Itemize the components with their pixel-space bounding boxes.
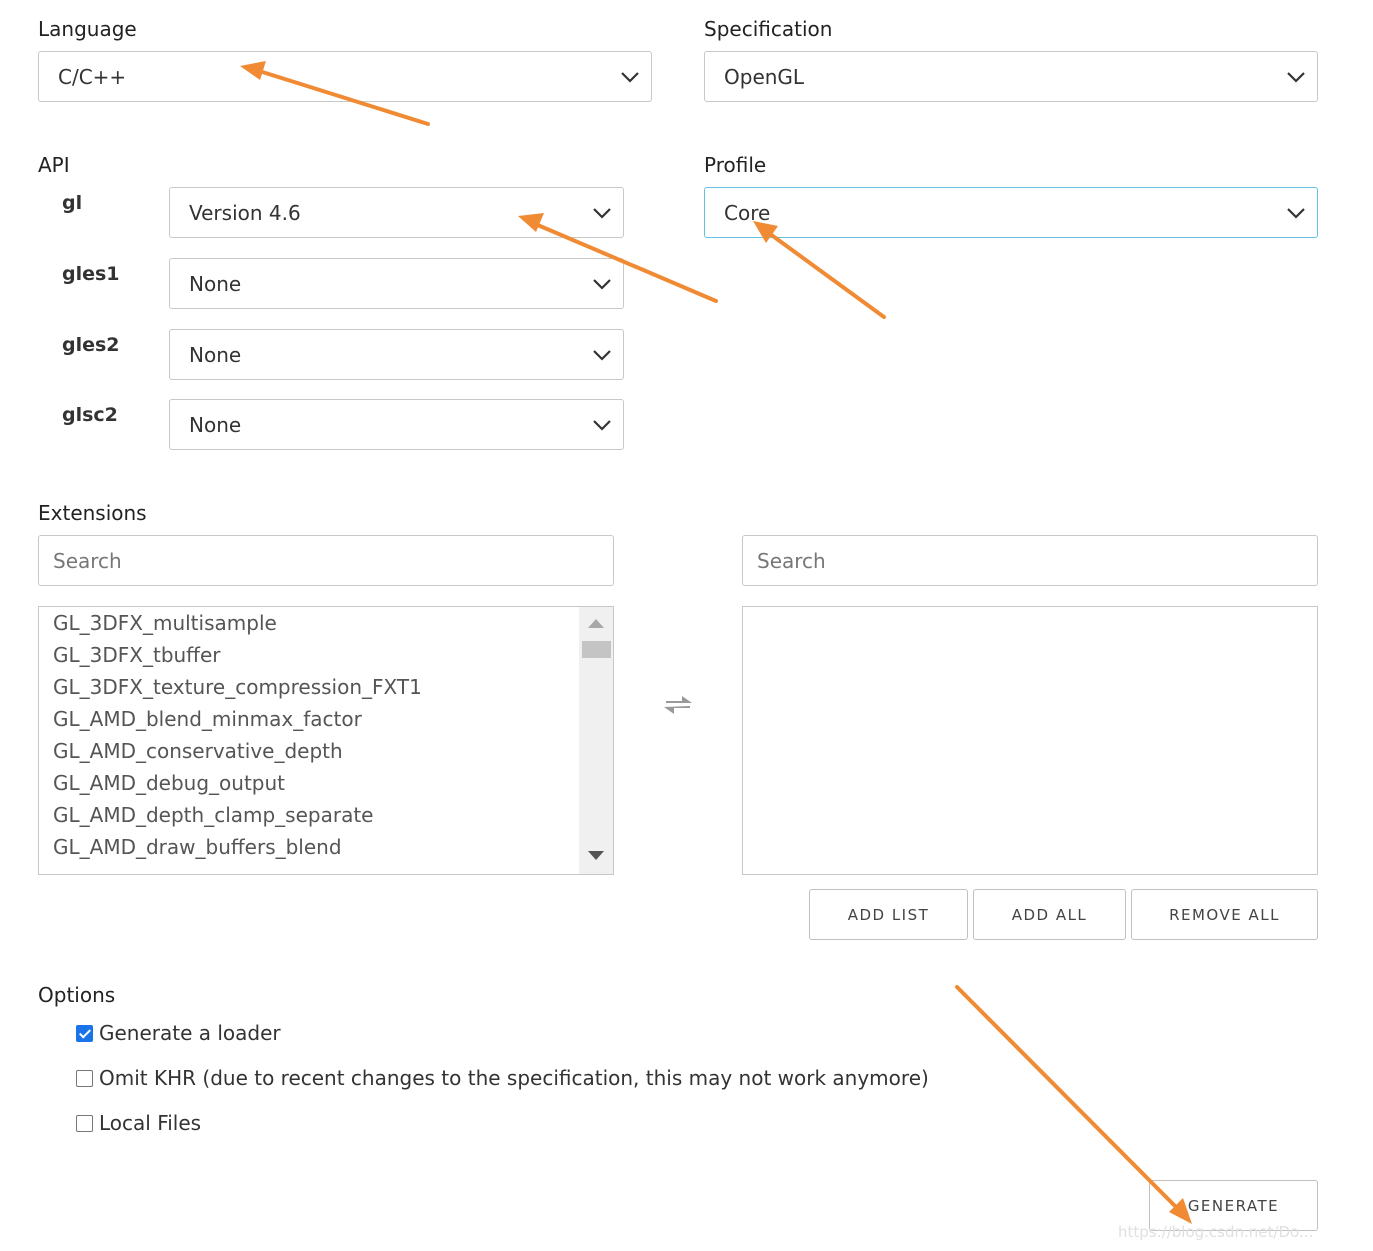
- api-gles2-label: gles2: [62, 334, 120, 356]
- api-gl-select[interactable]: Version 4.6: [169, 187, 624, 238]
- api-gl-label: gl: [62, 192, 83, 214]
- language-select-value: C/C++: [58, 64, 127, 89]
- add-all-button[interactable]: ADD ALL: [973, 889, 1126, 940]
- option-generate-loader[interactable]: Generate a loader: [76, 1021, 281, 1045]
- list-item[interactable]: GL_3DFX_tbuffer: [53, 643, 221, 667]
- chevron-down-icon: [593, 208, 611, 219]
- extensions-selected-list[interactable]: [742, 606, 1318, 875]
- extensions-selected-search-input[interactable]: Search: [742, 535, 1318, 586]
- chevron-down-icon: [593, 279, 611, 290]
- chevron-down-icon: [1287, 72, 1305, 83]
- api-gles2-select[interactable]: None: [169, 329, 624, 380]
- watermark: https://blog.csdn.net/Do...: [1118, 1223, 1314, 1241]
- list-item[interactable]: GL_AMD_draw_buffers_blend: [53, 835, 342, 859]
- option-label: Omit KHR (due to recent changes to the s…: [99, 1066, 929, 1090]
- api-gles1-label: gles1: [62, 263, 120, 285]
- language-select[interactable]: C/C++: [38, 51, 652, 102]
- api-gles1-value: None: [189, 271, 242, 296]
- api-label: API: [38, 153, 70, 177]
- list-item[interactable]: GL_AMD_blend_minmax_factor: [53, 707, 362, 731]
- extensions-label: Extensions: [38, 501, 147, 525]
- api-gl-value: Version 4.6: [189, 200, 301, 225]
- profile-select[interactable]: Core: [704, 187, 1318, 238]
- scroll-up-icon[interactable]: [588, 619, 604, 628]
- option-omit-khr[interactable]: Omit KHR (due to recent changes to the s…: [76, 1066, 929, 1090]
- list-item[interactable]: GL_3DFX_multisample: [53, 611, 277, 635]
- list-item[interactable]: GL_AMD_debug_output: [53, 771, 285, 795]
- api-gles2-value: None: [189, 342, 242, 367]
- add-list-button[interactable]: ADD LIST: [809, 889, 968, 940]
- extensions-available-search-input[interactable]: Search: [38, 535, 614, 586]
- options-label: Options: [38, 983, 116, 1007]
- specification-select[interactable]: OpenGL: [704, 51, 1318, 102]
- annotation-arrow: [955, 985, 1182, 1213]
- option-label: Local Files: [99, 1111, 202, 1135]
- specification-label: Specification: [704, 17, 833, 41]
- profile-label: Profile: [704, 153, 767, 177]
- scroll-down-icon[interactable]: [588, 851, 604, 860]
- annotation-arrow: [764, 229, 886, 319]
- extensions-available-list[interactable]: GL_3DFX_multisample GL_3DFX_tbuffer GL_3…: [38, 606, 614, 875]
- scroll-thumb[interactable]: [582, 641, 611, 658]
- checkbox[interactable]: [76, 1069, 93, 1087]
- chevron-down-icon: [1287, 208, 1305, 219]
- list-item[interactable]: GL_AMD_conservative_depth: [53, 739, 343, 763]
- list-item[interactable]: GL_3DFX_texture_compression_FXT1: [53, 675, 422, 699]
- api-glsc2-value: None: [189, 412, 242, 437]
- chevron-down-icon: [621, 72, 639, 83]
- specification-select-value: OpenGL: [724, 64, 805, 89]
- list-scrollbar[interactable]: [579, 607, 613, 874]
- checkbox[interactable]: [76, 1114, 93, 1132]
- api-glsc2-select[interactable]: None: [169, 399, 624, 450]
- api-gles1-select[interactable]: None: [169, 258, 624, 309]
- option-label: Generate a loader: [99, 1021, 281, 1045]
- chevron-down-icon: [593, 420, 611, 431]
- api-glsc2-label: glsc2: [62, 404, 118, 426]
- list-item[interactable]: GL_AMD_depth_clamp_separate: [53, 803, 373, 827]
- remove-all-button[interactable]: REMOVE ALL: [1131, 889, 1318, 940]
- chevron-down-icon: [593, 350, 611, 361]
- profile-select-value: Core: [724, 200, 771, 225]
- option-local-files[interactable]: Local Files: [76, 1111, 201, 1135]
- checkbox-checked[interactable]: [76, 1024, 93, 1042]
- language-label: Language: [38, 17, 137, 41]
- swap-icon[interactable]: [662, 694, 694, 716]
